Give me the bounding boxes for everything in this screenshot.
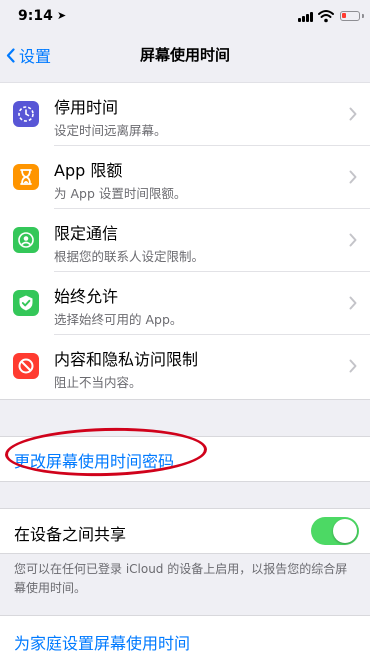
list-item-title: 限定通信 [54, 224, 119, 243]
list-item-downtime[interactable]: 停用时间 设定时间远离屏幕。 [0, 83, 370, 146]
list-item-title: 停用时间 [54, 98, 119, 117]
wifi-icon [318, 10, 334, 23]
list-item-subtitle: 为 App 设置时间限额。 [54, 186, 187, 201]
list-item-subtitle: 阻止不当内容。 [54, 375, 142, 390]
share-label: 在设备之间共享 [14, 525, 127, 544]
battery-icon [340, 11, 360, 21]
list-item-communication-limits[interactable]: 限定通信 根据您的联系人设定限制。 [0, 209, 370, 272]
list-item-app-limits[interactable]: App 限额 为 App 设置时间限额。 [0, 146, 370, 209]
downtime-icon [13, 101, 39, 127]
share-toggle[interactable] [311, 517, 359, 545]
contact-icon [13, 227, 39, 253]
settings-list: 停用时间 设定时间远离屏幕。 App 限额 为 App 设置时间限额。 限定通信… [0, 82, 370, 400]
chevron-right-icon [349, 170, 357, 184]
hourglass-icon [13, 164, 39, 190]
page-title: 屏幕使用时间 [139, 46, 230, 64]
navigation-bar: 设置 屏幕使用时间 [0, 34, 370, 76]
status-time: 9:14 [18, 8, 53, 24]
list-item-subtitle: 选择始终可用的 App。 [54, 312, 183, 327]
list-item-subtitle: 根据您的联系人设定限制。 [54, 249, 205, 264]
list-item-subtitle: 设定时间远离屏幕。 [54, 123, 167, 138]
list-item-always-allowed[interactable]: 始终允许 选择始终可用的 App。 [0, 272, 370, 335]
checkmark-icon [13, 290, 39, 316]
list-item-title: 内容和隐私访问限制 [54, 350, 199, 369]
restriction-icon [13, 353, 39, 379]
signal-icon [298, 12, 314, 22]
list-item-content-privacy[interactable]: 内容和隐私访问限制 阻止不当内容。 [0, 335, 370, 398]
share-section: 在设备之间共享 [0, 508, 370, 554]
list-item-title: App 限额 [54, 161, 123, 180]
chevron-right-icon [349, 233, 357, 247]
family-setup-button[interactable]: 为家庭设置屏幕使用时间 [14, 630, 190, 654]
chevron-right-icon [349, 296, 357, 310]
chevron-right-icon [349, 359, 357, 373]
list-item-title: 始终允许 [54, 287, 119, 306]
chevron-right-icon [349, 107, 357, 121]
family-section: 为家庭设置屏幕使用时间 [0, 615, 370, 666]
share-description: 您可以在任何已登录 iCloud 的设备上启用，以报告您的综合屏幕使用时间。 [14, 562, 348, 595]
location-arrow-icon: ➤ [57, 9, 67, 22]
toggle-knob [333, 519, 357, 543]
status-bar: 9:14 ➤ [0, 0, 370, 34]
